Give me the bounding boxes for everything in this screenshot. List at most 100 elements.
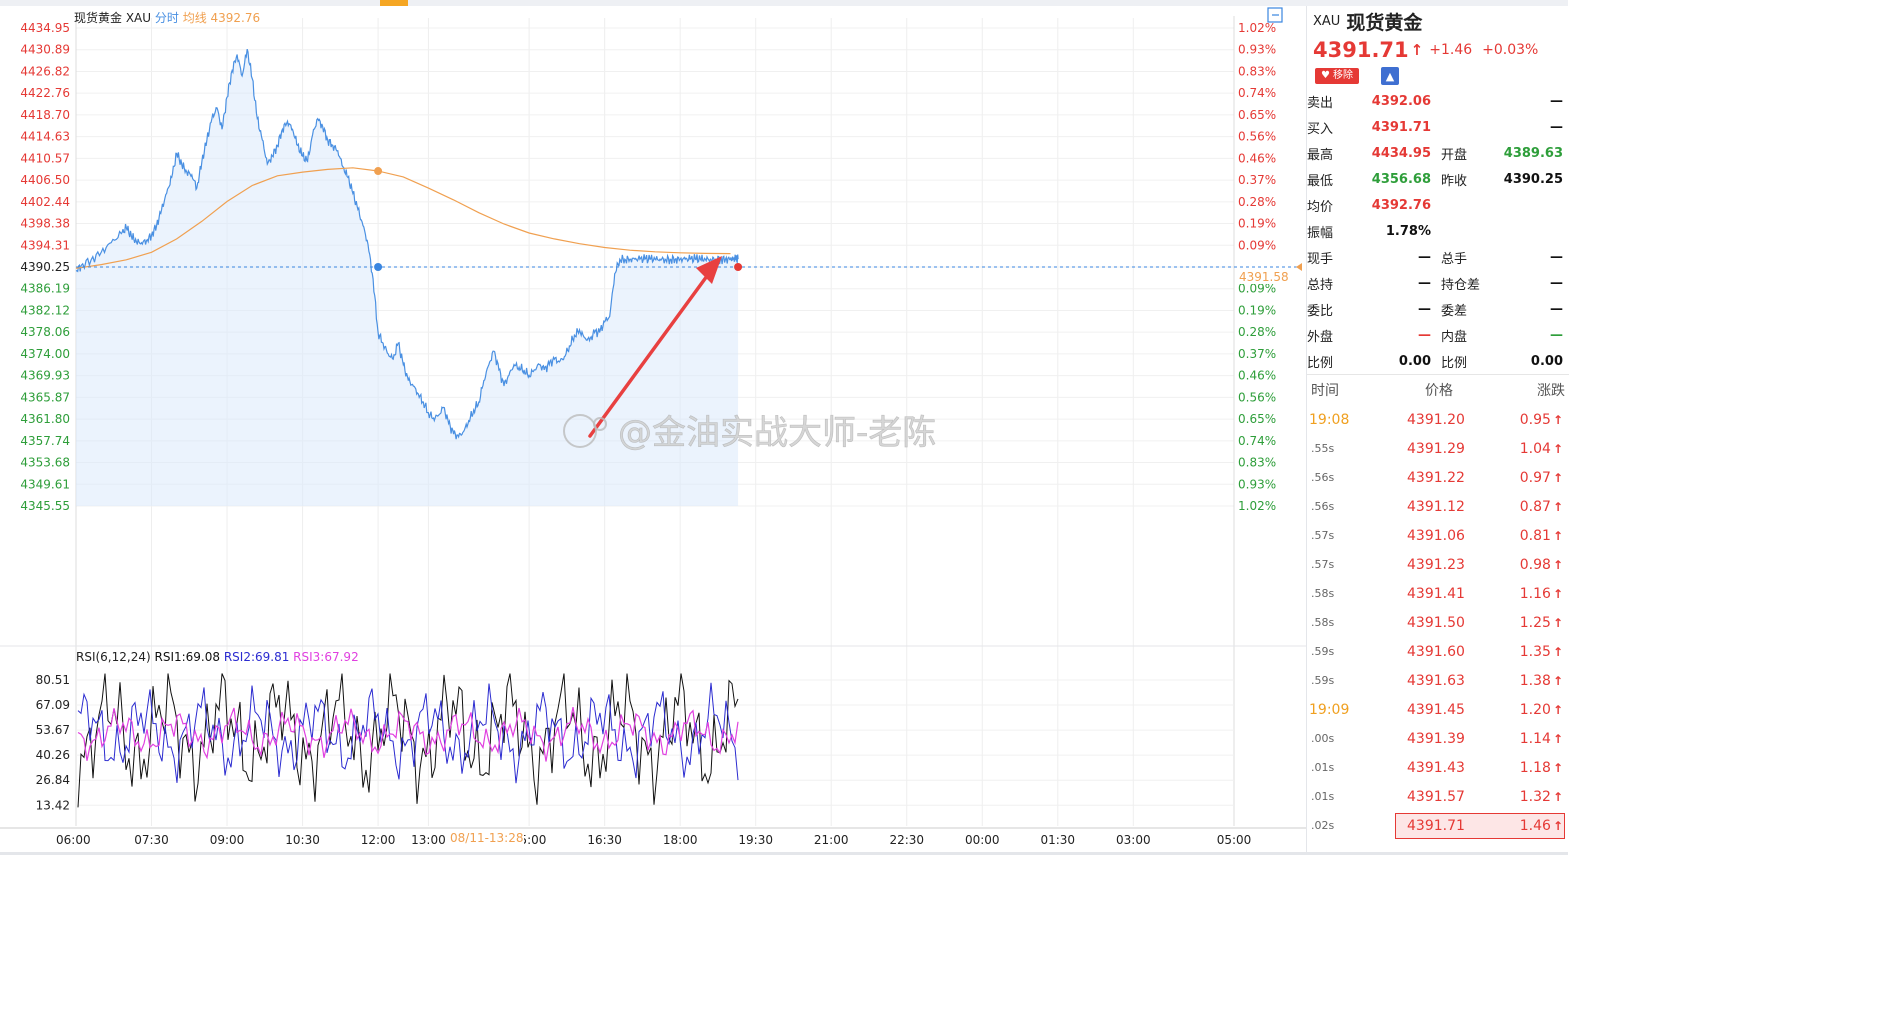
tick-row[interactable]: 19:09 4391.45 1.20 ↑ [1307,695,1569,724]
tick-up-arrow-icon: ↑ [1552,644,1563,659]
tick-price: 4391.63 [1407,672,1465,689]
tick-row[interactable]: .01s 4391.57 1.32 ↑ [1307,782,1569,811]
x-tick-label: 07:30 [134,833,169,847]
price-change-pct: +0.03% [1482,42,1539,58]
tick-change-value: 1.35 [1519,643,1551,660]
y-tick-label: 4378.06 [20,325,70,339]
tick-change-value: 0.95 [1519,411,1551,428]
rsi-legend-item: RSI1:69.08 [154,650,223,664]
tick-row[interactable]: .59s 4391.63 1.38 ↑ [1307,666,1569,695]
header-mode: 分时 [155,11,183,25]
tick-change: 1.14 ↑ [1520,731,1563,747]
pct-tick-label: 1.02% [1238,21,1276,35]
sidebar-header: XAU 现货黄金 [1307,6,1569,36]
tick-row[interactable]: .56s 4391.22 0.97 ↑ [1307,463,1569,492]
tick-up-arrow-icon: ↑ [1552,441,1563,456]
last-price: 4391.71 [1313,38,1409,62]
y-tick-label: 4390.25 [20,260,70,274]
tick-price: 4391.22 [1407,469,1465,486]
x-tick-label: 13:00 [411,833,446,847]
symbol-name: 现货黄金 [1346,11,1423,34]
chart-header: 现货黄金 XAU 分时 均线 4392.76 [74,10,260,25]
tick-row[interactable]: 19:08 4391.20 0.95 ↑ [1307,405,1569,434]
x-tick-label: 21:00 [814,833,849,847]
x-tick-label: 05:00 [1217,833,1252,847]
pct-tick-label: 0.65% [1238,108,1276,122]
pct-tick-label: 0.65% [1238,412,1276,426]
ticks-list[interactable]: 19:08 4391.20 0.95 ↑ .55s 4391.29 1.04 ↑ .56s 439… [1307,405,1569,840]
tick-price: 4391.29 [1407,440,1465,457]
tick-change: 1.18 ↑ [1520,760,1563,776]
chart-area[interactable]: 4434.95 1.02% 4430.89 0.93% 4426.82 0.83% 4422… [0,6,1306,855]
tick-change: 0.95 ↑ [1520,412,1563,428]
y-tick-label: 4382.12 [20,303,70,317]
quote-row: 最低 4356.68 昨收 4390.25 [1307,166,1569,192]
tick-row[interactable]: .00s 4391.39 1.14 ↑ [1307,724,1569,753]
avg-crosshair-dot [374,167,383,176]
quote-value: 4356.68 [1371,171,1431,187]
tick-row[interactable]: .55s 4391.29 1.04 ↑ [1307,434,1569,463]
quote-value-2: — [1550,327,1563,343]
ticks-time-header: 时间 [1311,383,1339,399]
tick-change: 1.46 ↑ [1520,818,1563,834]
tick-time: .58s [1311,616,1335,629]
tick-change-value: 1.04 [1519,440,1551,457]
quote-value-2: 4390.25 [1503,171,1563,187]
x-tick-label: 09:00 [210,833,245,847]
price-chart-svg[interactable]: 4434.95 1.02% 4430.89 0.93% 4426.82 0.83% 4422… [0,6,1306,855]
y-tick-label: 4349.61 [20,477,70,491]
tick-row[interactable]: .57s 4391.06 0.81 ↑ [1307,521,1569,550]
tick-row[interactable]: .58s 4391.41 1.16 ↑ [1307,579,1569,608]
y-tick-label: 4418.70 [20,108,70,122]
tick-change: 0.98 ↑ [1520,557,1563,573]
quote-row: 均价 4392.76 [1307,192,1569,218]
tick-up-arrow-icon: ↑ [1552,673,1563,688]
quote-label-2: 委差 [1441,303,1468,319]
crosshair-time-label: 08/11-13:28 [450,831,524,845]
tick-time: .57s [1311,558,1335,571]
tick-change: 0.87 ↑ [1520,499,1563,515]
tick-row[interactable]: .56s 4391.12 0.87 ↑ [1307,492,1569,521]
quote-label-2: 开盘 [1441,147,1468,163]
price-line: 4391.71 ↑ +1.46 +0.03% [1307,36,1569,64]
y-tick-label: 4406.50 [20,173,70,187]
tick-row[interactable]: .02s 4391.71 1.46 ↑ [1307,811,1569,840]
quote-value: — [1418,275,1431,291]
tick-row[interactable]: .59s 4391.60 1.35 ↑ [1307,637,1569,666]
y-tick-label: 4394.31 [20,238,70,252]
x-tick-label: 18:00 [663,833,698,847]
y-tick-label: 4374.00 [20,347,70,361]
pct-tick-label: 0.28% [1238,195,1276,209]
quote-value-2: — [1550,119,1563,135]
y-tick-label: 4422.76 [20,86,70,100]
pct-tick-label: 0.19% [1238,217,1276,231]
tick-time: .58s [1311,587,1335,600]
tick-time: .56s [1311,500,1335,513]
tick-row[interactable]: .57s 4391.23 0.98 ↑ [1307,550,1569,579]
quote-label: 均价 [1307,199,1334,215]
rsi-y-tick-label: 80.51 [36,673,70,687]
alert-bell-button[interactable]: ▲ [1380,67,1399,85]
price-crosshair-dot [374,263,383,271]
tick-change-value: 0.81 [1519,527,1551,544]
tick-price: 4391.06 [1407,527,1465,544]
quote-row: 现手 — 总手 — [1307,244,1569,270]
tick-price: 4391.43 [1407,759,1465,776]
tick-change-value: 0.98 [1519,556,1551,573]
tick-change-value: 1.25 [1519,614,1551,631]
quote-label: 现手 [1307,251,1334,267]
remove-watchlist-button[interactable]: ♥ 移除 [1315,68,1359,84]
tick-price: 4391.23 [1407,556,1465,573]
tick-row[interactable]: .01s 4391.43 1.18 ↑ [1307,753,1569,782]
tick-time: .57s [1311,529,1335,542]
tick-row[interactable]: .58s 4391.50 1.25 ↑ [1307,608,1569,637]
tick-up-arrow-icon: ↑ [1552,528,1563,543]
quote-value: 4392.06 [1371,93,1431,109]
pct-tick-label: 0.93% [1238,477,1276,491]
pct-tick-label: 0.83% [1238,64,1276,78]
y-tick-label: 4426.82 [20,64,70,78]
quote-value-2: — [1550,249,1563,265]
pct-tick-label: 0.09% [1238,238,1276,252]
quote-value-2: 0.00 [1530,353,1563,369]
tick-price: 4391.12 [1407,498,1465,515]
